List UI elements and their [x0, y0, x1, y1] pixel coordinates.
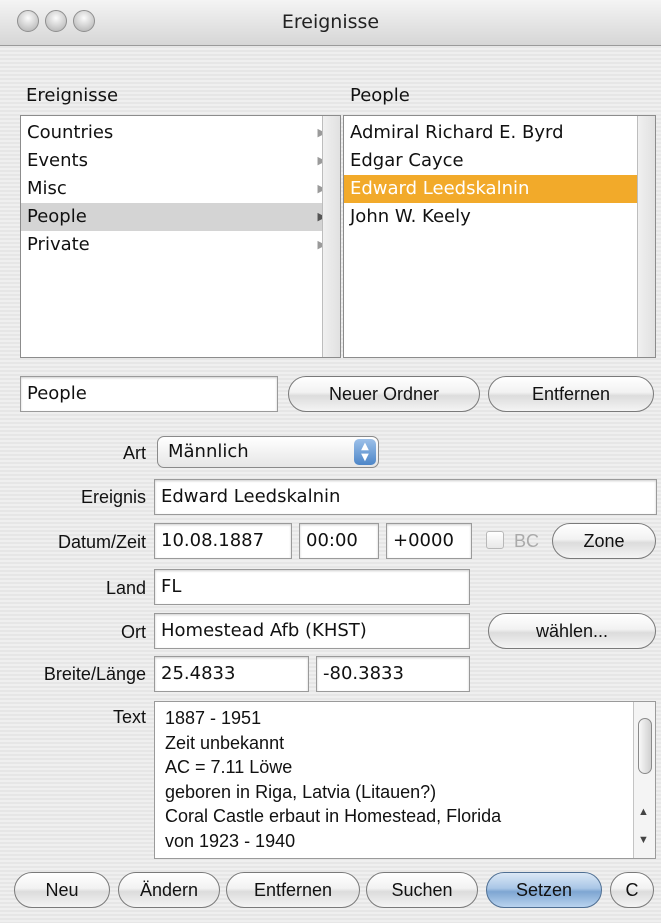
- people-list[interactable]: Admiral Richard E. Byrd Edgar Cayce Edwa…: [343, 115, 656, 358]
- text-line: geboren in Riga, Latvia (Litauen?): [165, 781, 437, 802]
- coords-label: Breite/Länge: [43, 664, 146, 684]
- folder-name-input[interactable]: People: [20, 376, 278, 412]
- text-line: AC = 7.11 Löwe: [165, 757, 293, 777]
- window: Ereignisse Ereignisse People Countries ▶…: [0, 0, 661, 923]
- list-item[interactable]: Admiral Richard E. Byrd: [344, 119, 655, 147]
- text-line: 1887 - 1951: [165, 708, 262, 728]
- scroll-up-icon[interactable]: ▲: [638, 806, 649, 818]
- longitude-field[interactable]: -80.3833: [316, 656, 470, 692]
- ort-field[interactable]: Homestead Afb (KHST): [154, 613, 470, 649]
- folder-item-label: Countries: [27, 122, 114, 143]
- art-label: Art: [122, 443, 146, 463]
- change-button[interactable]: Ändern: [118, 872, 220, 908]
- text-area[interactable]: 1887 - 1951 Zeit unbekannt AC = 7.11 Löw…: [154, 701, 656, 859]
- time-field[interactable]: 00:00: [299, 523, 379, 559]
- text-line: Zeit unbekannt: [165, 732, 285, 753]
- list-item-label: John W. Keely: [350, 206, 471, 227]
- list-item-selected[interactable]: Edward Leedskalnin: [344, 175, 637, 203]
- list-item-label: Edward Leedskalnin: [350, 178, 530, 199]
- scroll-thumb[interactable]: [638, 718, 652, 774]
- folder-item-people[interactable]: People ▶: [21, 203, 340, 231]
- folder-item-label: Misc: [27, 178, 67, 199]
- updown-arrows-icon: ▲ ▼: [354, 439, 376, 465]
- text-scrollbar[interactable]: ▲ ▼: [633, 702, 655, 858]
- folder-item-countries[interactable]: Countries ▶: [21, 119, 340, 147]
- scroll-down-icon[interactable]: ▼: [638, 834, 649, 846]
- ort-label: Ort: [121, 622, 146, 642]
- land-label: Land: [105, 578, 146, 598]
- land-field[interactable]: FL: [154, 569, 470, 605]
- window-title: Ereignisse: [281, 11, 380, 33]
- art-select[interactable]: Männlich ▲ ▼: [157, 436, 379, 468]
- title-bar: Ereignisse: [0, 0, 661, 46]
- set-button[interactable]: Setzen: [486, 872, 602, 908]
- offset-field[interactable]: +0000: [386, 523, 472, 559]
- c-button[interactable]: C: [610, 872, 654, 908]
- bc-label: BC: [514, 531, 540, 551]
- zone-button[interactable]: Zone: [552, 523, 656, 559]
- text-line: von 1923 - 1940: [165, 830, 296, 851]
- folders-header: Ereignisse: [26, 85, 119, 106]
- list-item[interactable]: Edgar Cayce: [344, 147, 655, 175]
- folder-item-events[interactable]: Events ▶: [21, 147, 340, 175]
- text-line: Coral Castle erbaut in Homestead, Florid…: [165, 806, 502, 826]
- list-item-label: Admiral Richard E. Byrd: [350, 122, 564, 143]
- people-list-scrollbar[interactable]: [637, 116, 655, 357]
- date-field[interactable]: 10.08.1887: [154, 523, 292, 559]
- search-button[interactable]: Suchen: [366, 872, 478, 908]
- latitude-field[interactable]: 25.4833: [154, 656, 309, 692]
- ereignis-label: Ereignis: [80, 487, 146, 507]
- bc-checkbox[interactable]: [486, 531, 504, 549]
- art-select-value: Männlich: [168, 441, 249, 462]
- folder-list-scrollbar[interactable]: [322, 116, 340, 357]
- new-button[interactable]: Neu: [14, 872, 110, 908]
- text-label: Text: [112, 707, 146, 727]
- folder-item-label: Private: [27, 234, 90, 255]
- choose-place-button[interactable]: wählen...: [488, 613, 656, 649]
- people-header: People: [350, 85, 410, 106]
- folder-item-label: Events: [27, 150, 88, 171]
- ereignis-field[interactable]: Edward Leedskalnin: [154, 479, 657, 515]
- folder-item-misc[interactable]: Misc ▶: [21, 175, 340, 203]
- folder-item-label: People: [27, 206, 87, 227]
- remove-folder-button[interactable]: Entfernen: [488, 376, 654, 412]
- list-item[interactable]: John W. Keely: [344, 203, 655, 231]
- new-folder-button[interactable]: Neuer Ordner: [288, 376, 480, 412]
- remove-button[interactable]: Entfernen: [226, 872, 360, 908]
- list-item-label: Edgar Cayce: [350, 150, 464, 171]
- datum-label: Datum/Zeit: [57, 532, 146, 552]
- text-content: 1887 - 1951 Zeit unbekannt AC = 7.11 Löw…: [165, 706, 501, 853]
- folder-item-private[interactable]: Private ▶: [21, 231, 340, 259]
- folder-list[interactable]: Countries ▶ Events ▶ Misc ▶ People ▶ Pri…: [20, 115, 341, 358]
